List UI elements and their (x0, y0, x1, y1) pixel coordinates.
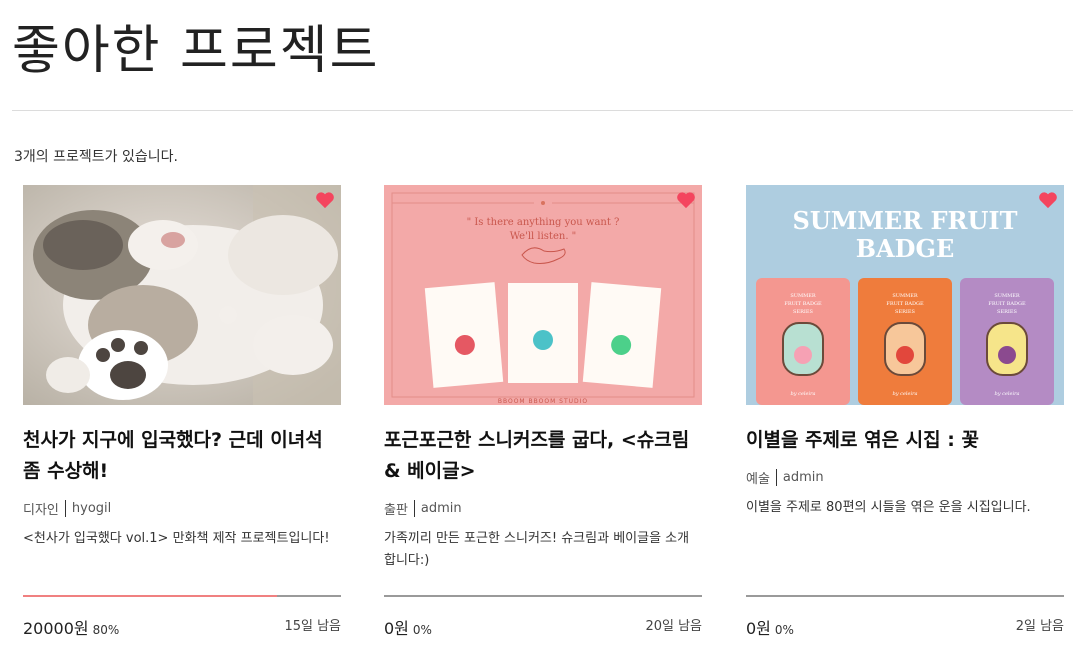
project-card[interactable]: 천사가 지구에 입국했다? 근데 이녀석 좀 수상해! 디자인 hyogil <… (23, 185, 341, 638)
page-title: 좋아한 프로젝트 (12, 21, 380, 81)
poster-headline-1: SUMMER FRUIT (793, 206, 1018, 235)
panel-signature: by celeira (791, 391, 816, 397)
funding-percent: 0% (774, 623, 794, 637)
heart-icon[interactable] (676, 191, 696, 209)
panel-text-2: FRUIT BADGE (988, 301, 1026, 307)
project-title[interactable]: 포근포근한 스니커즈를 굽다, <슈크림 & 베이글> (384, 425, 702, 487)
project-thumbnail[interactable]: SUMMER FRUIT BADGE SUMMER FRUIT BADGE SE… (746, 185, 1064, 405)
project-footer: 0원 0% 20일 남음 (384, 615, 702, 639)
project-card[interactable]: SUMMER FRUIT BADGE SUMMER FRUIT BADGE SE… (746, 185, 1064, 638)
heart-icon[interactable] (1038, 191, 1058, 209)
funding-amount: 20000원 80% (23, 615, 119, 639)
funding-percent: 80% (92, 623, 120, 637)
amount-value: 0원 (746, 619, 771, 638)
poster-headline-2: BADGE (856, 234, 955, 263)
project-thumbnail[interactable] (23, 185, 341, 405)
progress-fill (23, 595, 278, 597)
project-author[interactable]: hyogil (72, 501, 111, 516)
divider (12, 110, 1073, 111)
project-description: 이별을 주제로 80편의 시들을 엮은 운을 시집입니다. (746, 500, 1031, 515)
days-remaining: 20일 남음 (645, 619, 702, 634)
project-category[interactable]: 출판 (384, 499, 408, 518)
panel-text-1: SUMMER (892, 293, 918, 299)
amount-value: 20000원 (23, 619, 89, 638)
progress-bar (746, 595, 1064, 597)
progress-bar (23, 595, 341, 597)
heart-icon[interactable] (315, 191, 335, 209)
project-description: <천사가 입국했다 vol.1> 만화책 제작 프로젝트입니다! (23, 531, 330, 546)
project-author[interactable]: admin (421, 501, 462, 516)
days-remaining: 2일 남음 (1015, 619, 1064, 634)
project-meta: 예술 admin (746, 468, 1064, 487)
project-meta: 디자인 hyogil (23, 499, 341, 518)
project-count: 3개의 프로젝트가 있습니다. (14, 149, 178, 165)
book-3 (582, 282, 662, 388)
panel-text-2: FRUIT BADGE (886, 301, 924, 307)
project-category[interactable]: 예술 (746, 468, 770, 487)
project-thumbnail[interactable]: " Is there anything you want ? We'll lis… (384, 185, 702, 405)
days-remaining: 15일 남음 (284, 619, 341, 634)
panel-text-2: FRUIT BADGE (784, 301, 822, 307)
quote-line-2: We'll listen. " (510, 231, 577, 242)
summer-fruit-badge-poster: SUMMER FRUIT BADGE SUMMER FRUIT BADGE SE… (746, 185, 1064, 405)
progress-bar (384, 595, 702, 597)
meta-separator (64, 500, 66, 517)
funding-percent: 0% (412, 623, 432, 637)
studio-name: BBOOM BBOOM STUDIO (498, 398, 588, 405)
badge-panel-strawberry: SUMMER FRUIT BADGE SERIES by celeira (858, 278, 952, 405)
project-description: 가족끼리 만든 포근한 스니커즈! 슈크림과 베이글을 소개합니다:) (384, 531, 690, 568)
project-title[interactable]: 천사가 지구에 입국했다? 근데 이녀석 좀 수상해! (23, 425, 341, 487)
panel-signature: by celeira (995, 391, 1020, 397)
meta-separator (775, 469, 777, 486)
badge-panel-grape: SUMMER FRUIT BADGE SERIES by celeira (960, 278, 1054, 405)
project-author[interactable]: admin (783, 470, 824, 485)
meta-separator (413, 500, 415, 517)
amount-value: 0원 (384, 619, 409, 638)
panel-text-3: SERIES (997, 309, 1017, 315)
panel-signature: by celeira (893, 391, 918, 397)
panel-text-3: SERIES (895, 309, 915, 315)
book-2 (508, 283, 578, 383)
project-footer: 0원 0% 2일 남음 (746, 615, 1064, 639)
project-meta: 출판 admin (384, 499, 702, 518)
funding-amount: 0원 0% (746, 615, 794, 639)
funding-amount: 0원 0% (384, 615, 432, 639)
panel-text-1: SUMMER (790, 293, 816, 299)
sneakers-illustration: " Is there anything you want ? We'll lis… (384, 185, 702, 405)
badge-panel-peach: SUMMER FRUIT BADGE SERIES by celeira (756, 278, 850, 405)
panel-text-1: SUMMER (994, 293, 1020, 299)
quote-line-1: " Is there anything you want ? (467, 217, 620, 228)
project-title[interactable]: 이별을 주제로 엮은 시집 : 꽃 (746, 425, 1064, 456)
project-category[interactable]: 디자인 (23, 499, 59, 518)
project-card[interactable]: " Is there anything you want ? We'll lis… (384, 185, 702, 638)
book-1 (424, 282, 504, 388)
project-footer: 20000원 80% 15일 남음 (23, 615, 341, 639)
panel-text-3: SERIES (793, 309, 813, 315)
kitten-photo (23, 185, 341, 405)
